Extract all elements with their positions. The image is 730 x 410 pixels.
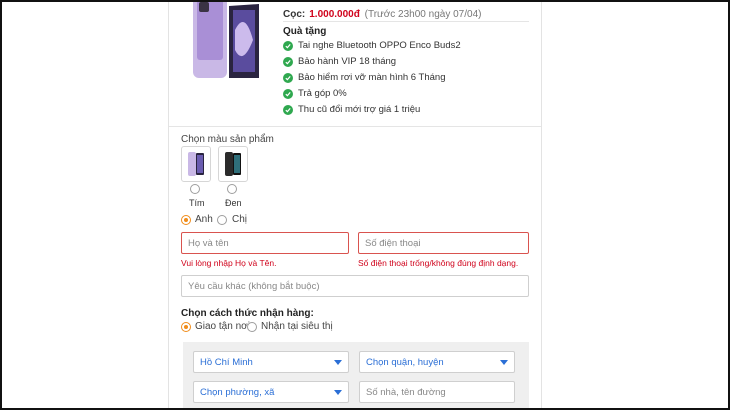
divider: [283, 21, 529, 22]
gift-item-label: Bảo hiểm rơi vỡ màn hình 6 Tháng: [298, 72, 446, 83]
color-name: Đen: [225, 198, 242, 208]
gift-item-label: Trả góp 0%: [298, 88, 347, 99]
chevron-down-icon: [500, 360, 508, 365]
province-select[interactable]: Hồ Chí Minh: [193, 351, 349, 373]
check-circle-icon: [283, 88, 293, 99]
gift-item: Bảo hành VIP 18 tháng: [283, 56, 396, 67]
check-circle-icon: [283, 40, 293, 51]
salutation-radio-anh[interactable]: [181, 215, 191, 225]
phone-black-thumb: [225, 152, 241, 176]
product-image: [189, 2, 263, 80]
ward-value: Chọn phường, xã: [200, 386, 275, 398]
color-label: Chọn màu sản phẩm: [181, 134, 274, 145]
salutation-label: Chị: [232, 214, 248, 225]
name-error: Vui lòng nhập Họ và Tên.: [181, 258, 277, 268]
gift-item: Thu cũ đổi mới trợ giá 1 triệu: [283, 104, 420, 115]
order-panel: Cọc: 1.000.000đ (Trước 23h00 ngày 07/04) …: [168, 2, 542, 408]
phone-error: Số điện thoại trống/không đúng định dạng…: [358, 258, 519, 268]
shipping-option-label: Giao tận nơi: [195, 321, 250, 332]
district-select[interactable]: Chọn quận, huyện: [359, 351, 515, 373]
chevron-down-icon: [334, 390, 342, 395]
note-input[interactable]: Yêu cầu khác (không bắt buộc): [181, 275, 529, 297]
color-radio-black[interactable]: [227, 184, 237, 194]
color-name: Tím: [189, 198, 205, 208]
gift-item-label: Thu cũ đổi mới trợ giá 1 triệu: [298, 104, 421, 115]
color-swatch-purple[interactable]: [181, 146, 211, 182]
address-box: Hồ Chí Minh Chọn quận, huyện Chọn phường…: [183, 342, 529, 408]
gift-item: Trả góp 0%: [283, 88, 347, 99]
name-input[interactable]: Họ và tên: [181, 232, 349, 254]
gift-item-label: Bảo hành VIP 18 tháng: [298, 56, 397, 67]
gift-item-label: Tai nghe Bluetooth OPPO Enco Buds2: [298, 40, 461, 51]
shipping-title: Chọn cách thức nhận hàng:: [181, 308, 314, 319]
ward-select[interactable]: Chọn phường, xã: [193, 381, 349, 403]
street-input[interactable]: Số nhà, tên đường: [359, 381, 515, 403]
shipping-radio-store[interactable]: [247, 322, 257, 332]
province-value: Hồ Chí Minh: [200, 356, 253, 368]
screen-frame: Cọc: 1.000.000đ (Trước 23h00 ngày 07/04) …: [0, 0, 730, 410]
deposit-amount: 1.000.000đ: [309, 9, 360, 20]
phone-input[interactable]: Số điện thoại: [358, 232, 529, 254]
chevron-down-icon: [334, 360, 342, 365]
gift-item: Bảo hiểm rơi vỡ màn hình 6 Tháng: [283, 72, 445, 83]
salutation-label: Anh: [195, 214, 213, 225]
deposit-note: (Trước 23h00 ngày 07/04): [364, 9, 482, 20]
gift-item: Tai nghe Bluetooth OPPO Enco Buds2: [283, 40, 461, 51]
salutation-radio-chi[interactable]: [217, 215, 227, 225]
district-value: Chọn quận, huyện: [366, 356, 444, 368]
deposit-info: Cọc: 1.000.000đ (Trước 23h00 ngày 07/04): [283, 9, 481, 20]
deposit-label: Cọc:: [283, 9, 306, 20]
shipping-option-label: Nhận tại siêu thị: [261, 321, 333, 332]
shipping-radio-home[interactable]: [181, 322, 191, 332]
check-circle-icon: [283, 72, 293, 83]
phone-purple-thumb: [188, 152, 204, 176]
color-swatch-black[interactable]: [218, 146, 248, 182]
color-radio-purple[interactable]: [190, 184, 200, 194]
gifts-title: Quà tặng: [283, 26, 327, 37]
check-circle-icon: [283, 104, 293, 115]
divider: [169, 126, 541, 127]
check-circle-icon: [283, 56, 293, 67]
